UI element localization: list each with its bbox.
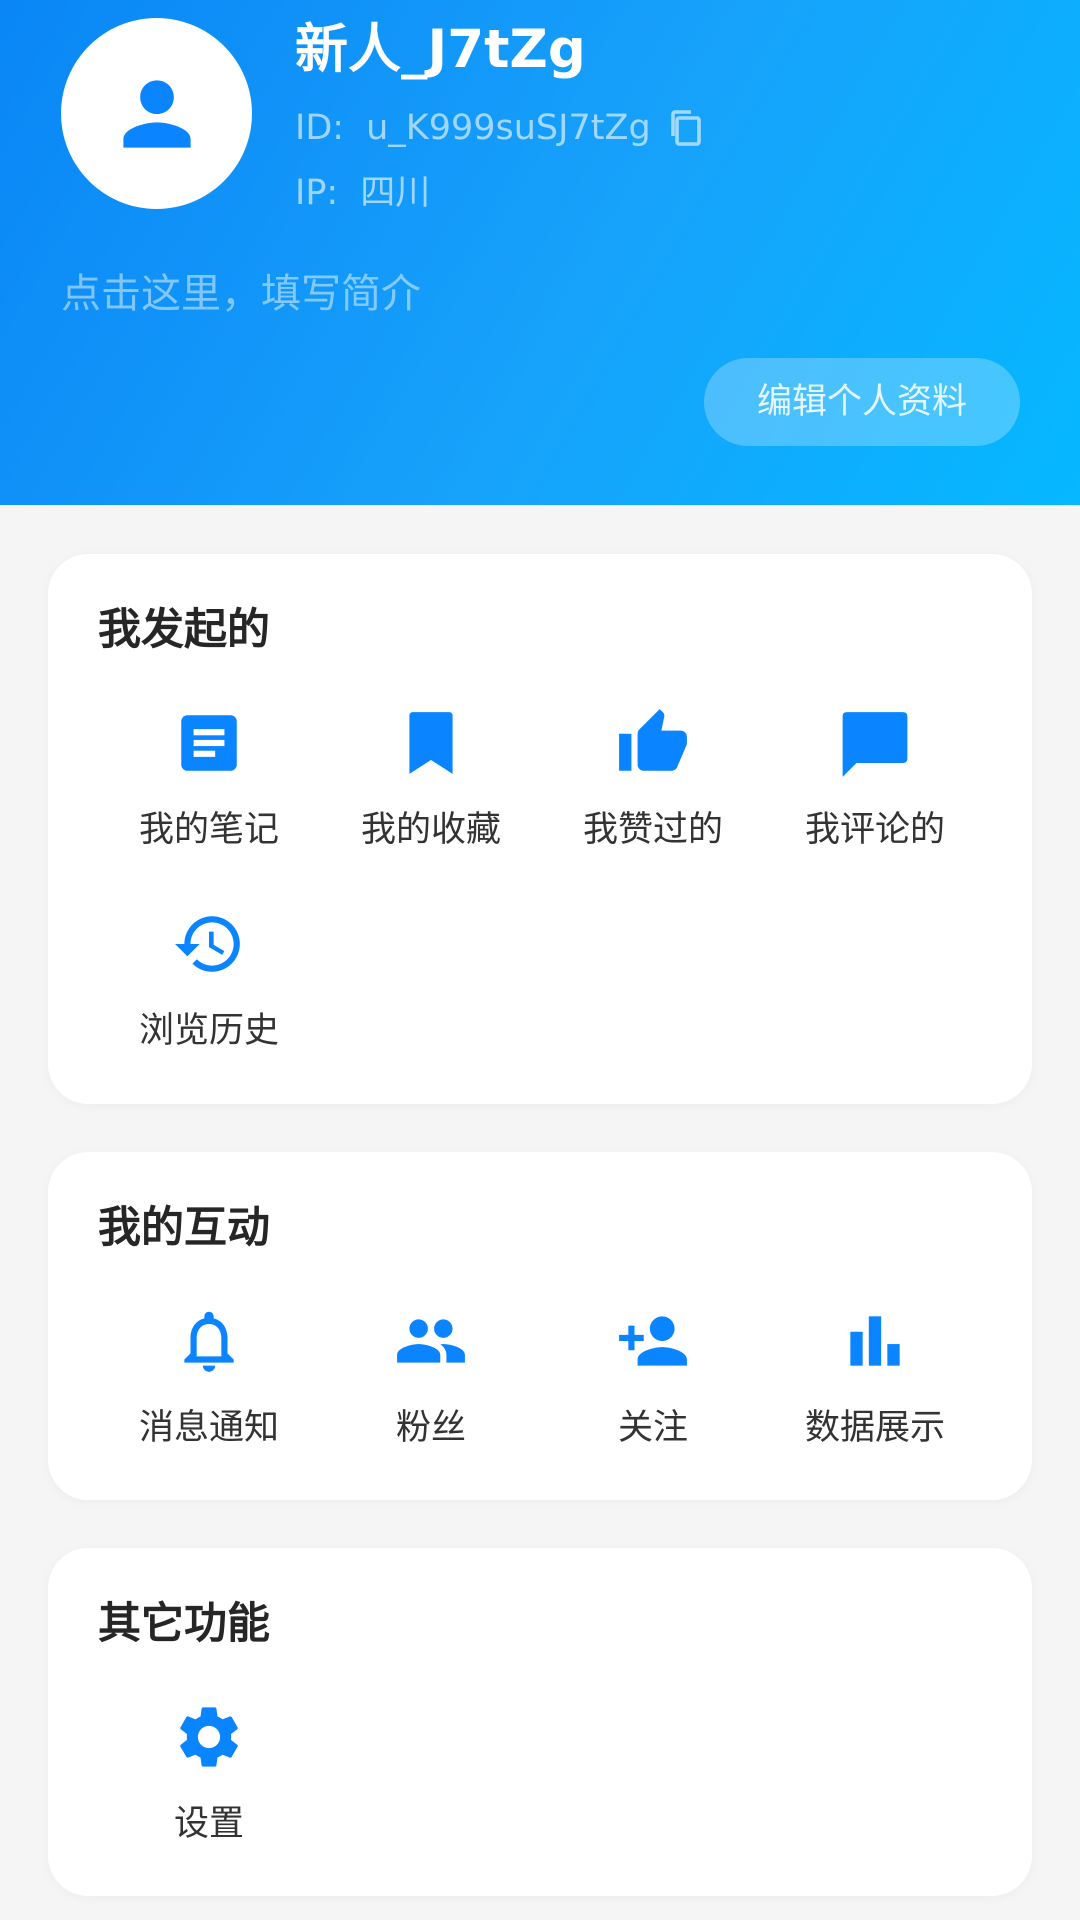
bar-chart-icon <box>850 1316 900 1366</box>
item-label: 消息通知 <box>138 1408 279 1448</box>
item-label: 我的收藏 <box>360 810 501 850</box>
fans-icon <box>397 1319 465 1363</box>
ip-value: 四川 <box>360 173 431 213</box>
avatar[interactable] <box>61 18 252 209</box>
my-likes-item[interactable]: 我赞过的 <box>542 706 764 876</box>
initiated-card: 我发起的 我的笔记 我的收藏 我赞过的 我评论的 浏览历史 <box>48 554 1032 1104</box>
profile-header: 新人_J7tZg ID: u_K999suSJ7tZg IP: 四川 点击这里，… <box>0 0 1080 505</box>
interaction-card: 我的互动 消息通知 粉丝 关注 数据展示 <box>48 1152 1032 1500</box>
data-display-item[interactable]: 数据展示 <box>764 1304 986 1474</box>
gear-icon <box>180 1707 238 1767</box>
notifications-item[interactable]: 消息通知 <box>98 1304 320 1474</box>
section-title-interaction: 我的互动 <box>98 1203 270 1253</box>
browse-history-item[interactable]: 浏览历史 <box>98 907 320 1077</box>
item-label: 我赞过的 <box>582 810 723 850</box>
section-title-other: 其它功能 <box>98 1599 270 1649</box>
fans-item[interactable]: 粉丝 <box>320 1304 542 1474</box>
thumb-up-icon <box>619 709 687 771</box>
bio-placeholder[interactable]: 点击这里，填写简介 <box>61 266 421 322</box>
my-comments-item[interactable]: 我评论的 <box>764 706 986 876</box>
my-favorites-item[interactable]: 我的收藏 <box>320 706 542 876</box>
item-label: 设置 <box>173 1804 244 1844</box>
notes-icon <box>181 715 237 771</box>
bell-icon <box>184 1311 234 1372</box>
bookmark-icon <box>409 712 453 774</box>
item-label: 数据展示 <box>804 1408 945 1448</box>
item-label: 粉丝 <box>395 1408 466 1448</box>
history-icon <box>175 916 240 972</box>
user-id-row: ID: u_K999suSJ7tZg <box>295 104 703 152</box>
id-label: ID: <box>295 108 345 148</box>
settings-item[interactable]: 设置 <box>98 1700 320 1870</box>
item-label: 我评论的 <box>804 810 945 850</box>
edit-profile-button[interactable]: 编辑个人资料 <box>704 358 1020 446</box>
ip-location-row: IP: 四川 <box>295 169 430 217</box>
comment-icon <box>842 712 908 777</box>
other-card: 其它功能 设置 <box>48 1548 1032 1896</box>
following-item[interactable]: 关注 <box>542 1304 764 1474</box>
item-label: 我的笔记 <box>138 810 279 850</box>
person-icon <box>123 80 191 148</box>
my-notes-item[interactable]: 我的笔记 <box>98 706 320 876</box>
item-label: 关注 <box>617 1408 688 1448</box>
item-label: 浏览历史 <box>138 1011 279 1051</box>
add-person-icon <box>619 1316 687 1366</box>
id-value: u_K999suSJ7tZg <box>366 108 651 148</box>
copy-icon[interactable] <box>667 108 703 148</box>
ip-label: IP: <box>295 173 339 213</box>
section-title-initiated: 我发起的 <box>98 605 270 655</box>
username: 新人_J7tZg <box>295 19 586 80</box>
